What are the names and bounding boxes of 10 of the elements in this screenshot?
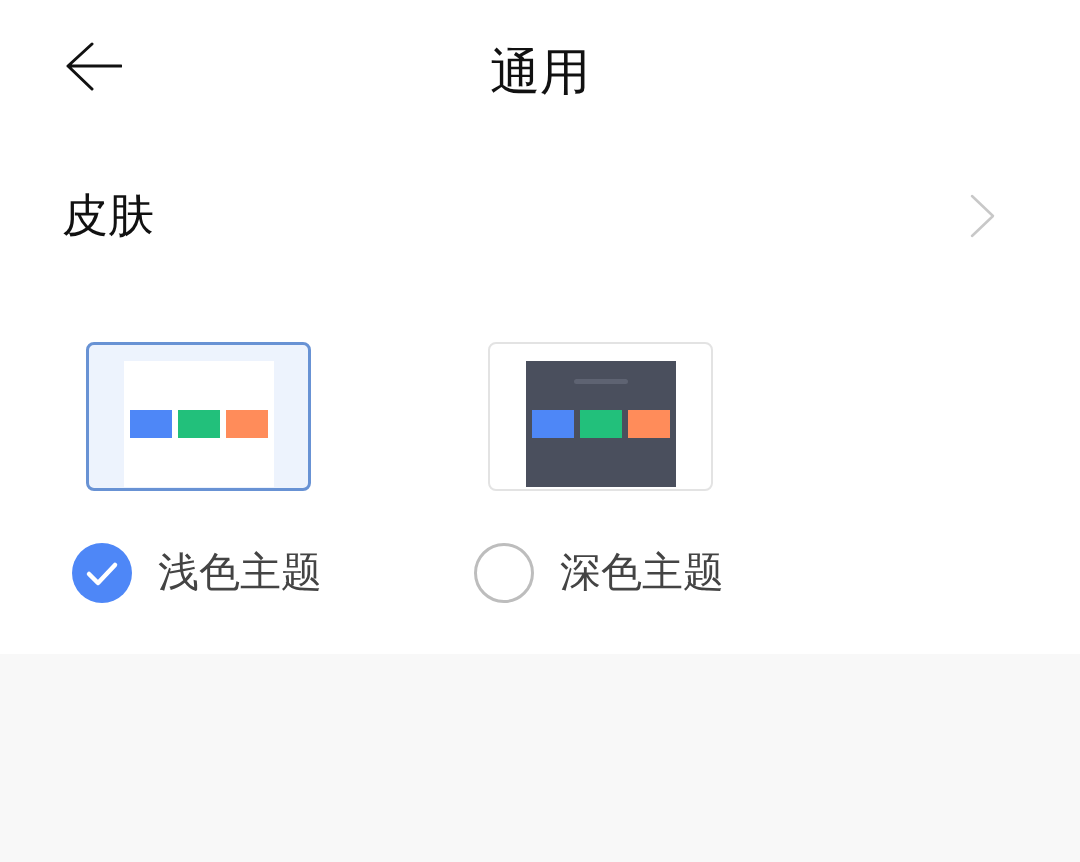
radio-button[interactable] bbox=[72, 543, 132, 603]
theme-label: 深色主题 bbox=[560, 548, 724, 598]
theme-card[interactable] bbox=[86, 342, 311, 491]
chevron-right-icon bbox=[970, 194, 996, 238]
skin-row[interactable]: 皮肤 bbox=[0, 144, 1080, 288]
skin-label: 皮肤 bbox=[62, 188, 154, 244]
back-arrow-icon bbox=[66, 42, 122, 92]
theme-label: 浅色主题 bbox=[158, 548, 322, 598]
radio-button[interactable] bbox=[474, 543, 534, 603]
page-title: 通用 bbox=[490, 42, 590, 102]
